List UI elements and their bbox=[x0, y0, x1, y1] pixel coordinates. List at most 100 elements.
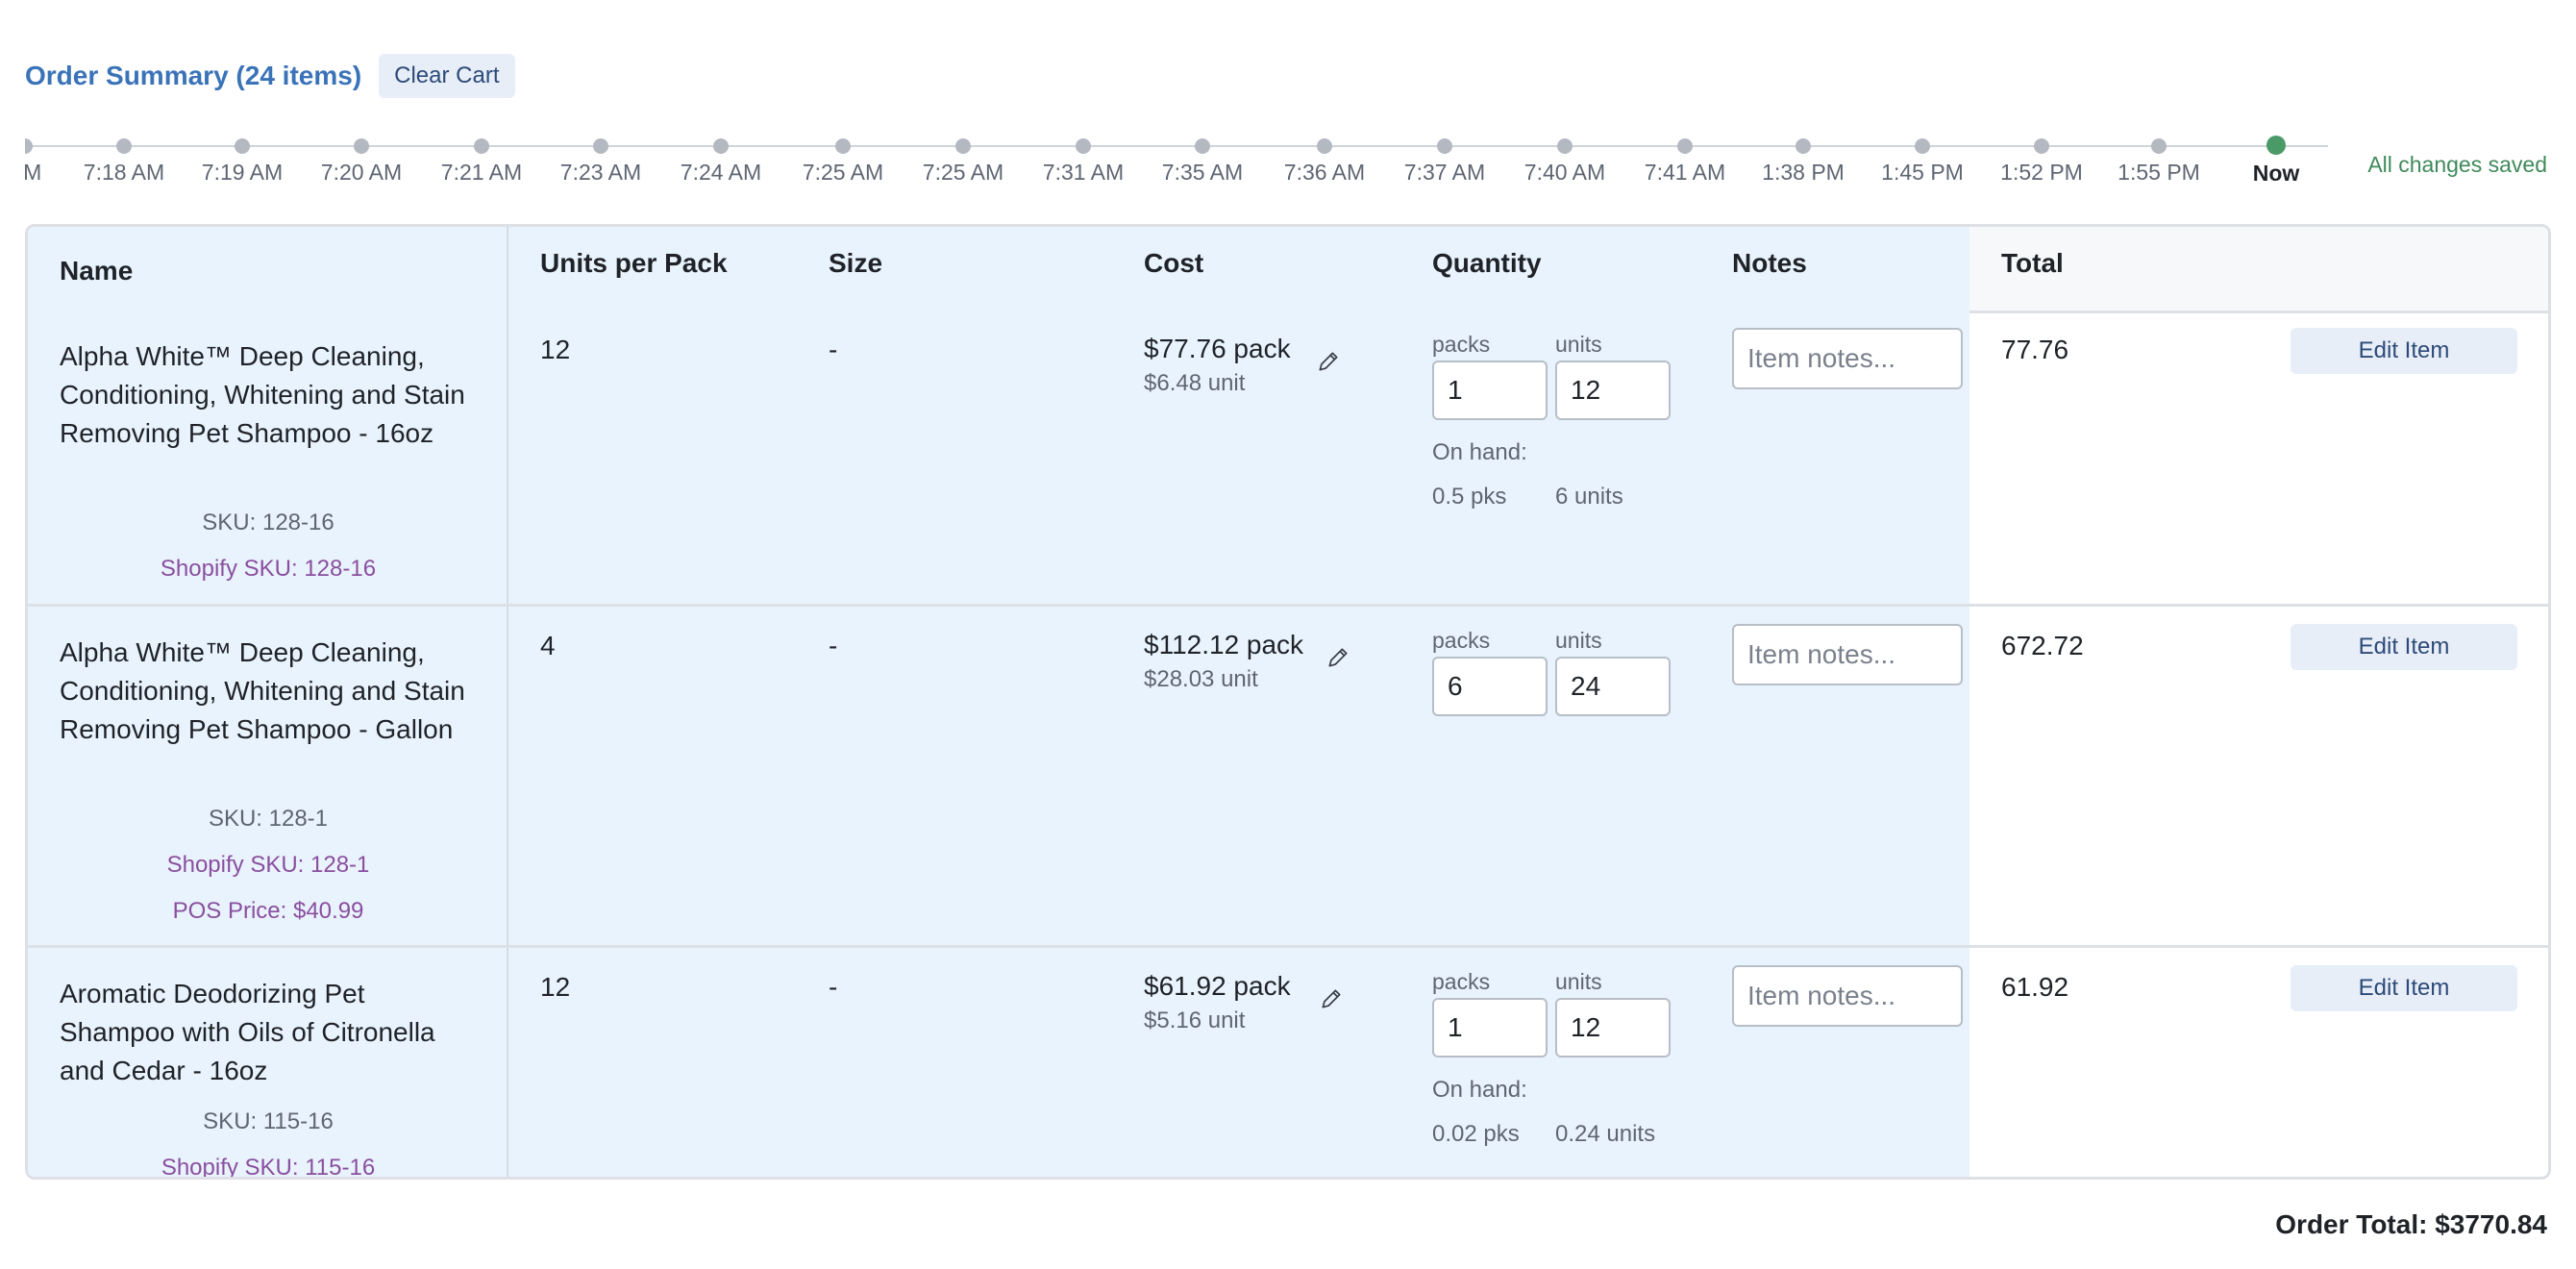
clear-cart-button[interactable]: Clear Cart bbox=[379, 54, 515, 98]
units-per-pack-cell: 12 bbox=[508, 311, 797, 604]
timeline-label: 7:19 AM bbox=[201, 160, 284, 185]
timeline-point[interactable]: 7:35 AM bbox=[1145, 125, 1260, 186]
header-cell-quantity: Quantity bbox=[1374, 227, 1676, 311]
timeline-point[interactable]: 7:25 AM bbox=[905, 125, 1021, 186]
timeline-point[interactable]: 7:41 AM bbox=[1627, 125, 1743, 186]
table-row: Alpha White™ Deep Cleaning, Conditioning… bbox=[28, 607, 2548, 948]
timeline-point[interactable]: 7:37 AM bbox=[1387, 125, 1502, 186]
cart-table: Name Units per Pack Size Cost Quantity N… bbox=[25, 224, 2551, 1180]
item-notes-input[interactable] bbox=[1732, 965, 1963, 1027]
timeline-label: 1:45 PM bbox=[1881, 160, 1964, 185]
timeline-point[interactable]: 1:38 PM bbox=[1746, 125, 1861, 186]
item-name: Alpha White™ Deep Cleaning, Conditioning… bbox=[60, 637, 465, 744]
timeline-dot bbox=[835, 138, 851, 154]
timeline-point[interactable]: 7:31 AM bbox=[1026, 125, 1141, 186]
timeline-dot bbox=[1915, 138, 1930, 154]
timeline-point[interactable]: 7:20 AM bbox=[304, 125, 419, 186]
timeline-label: 7:25 AM bbox=[922, 160, 1004, 185]
item-shopify-sku: Shopify SKU: 128-1 bbox=[166, 852, 370, 878]
packs-quantity-input[interactable] bbox=[1432, 998, 1548, 1058]
timeline-label: 7:35 AM bbox=[1161, 160, 1244, 185]
edit-cost-pencil-icon[interactable] bbox=[1325, 645, 1350, 670]
size-cell: - bbox=[797, 948, 1085, 1177]
edit-item-button[interactable]: Edit Item bbox=[2291, 328, 2517, 374]
edit-item-button[interactable]: Edit Item bbox=[2291, 624, 2517, 670]
timeline-dot bbox=[593, 138, 608, 154]
column-header-name: Name bbox=[60, 256, 134, 286]
timeline-label: 7:40 AM bbox=[1523, 160, 1606, 185]
units-label: units bbox=[1555, 628, 1602, 653]
item-notes-input[interactable] bbox=[1732, 328, 1963, 389]
packs-label: packs bbox=[1432, 332, 1491, 357]
line-total: 61.92 bbox=[2001, 972, 2069, 1002]
column-header-notes: Notes bbox=[1732, 248, 1807, 278]
item-notes-input[interactable] bbox=[1732, 624, 1963, 685]
header-cell-cost: Cost bbox=[1085, 227, 1374, 311]
timeline-point[interactable]: 7:25 AM bbox=[785, 125, 901, 186]
timeline-label: 1:55 PM bbox=[2118, 160, 2200, 185]
on-hand-packs: 0.02 pks bbox=[1432, 1121, 1520, 1147]
edit-cost-pencil-icon[interactable] bbox=[1319, 986, 1344, 1011]
timeline-label: Now bbox=[2252, 161, 2300, 186]
timeline-label: 7:18 AM bbox=[83, 160, 165, 185]
total-cell: 61.92 Edit Item bbox=[1969, 948, 2548, 1177]
timeline-label: 7:37 AM bbox=[1403, 160, 1486, 185]
units-per-pack-value: 4 bbox=[540, 631, 556, 660]
timeline-dot bbox=[474, 138, 489, 154]
timeline-label: 7:36 AM bbox=[1283, 160, 1366, 185]
timeline-label: 1:38 PM bbox=[1762, 160, 1845, 185]
timeline-point[interactable]: 7:21 AM bbox=[424, 125, 539, 186]
line-total: 77.76 bbox=[2001, 335, 2069, 364]
page-title: Order Summary (24 items) bbox=[25, 61, 362, 90]
on-hand-packs: 0.5 pks bbox=[1432, 484, 1507, 510]
on-hand-units: 0.24 units bbox=[1555, 1121, 1656, 1147]
units-per-pack-value: 12 bbox=[540, 972, 571, 1002]
edit-cost-pencil-icon[interactable] bbox=[1316, 349, 1341, 374]
item-name: Alpha White™ Deep Cleaning, Conditioning… bbox=[60, 341, 465, 448]
item-name-cell: Alpha White™ Deep Cleaning, Conditioning… bbox=[28, 607, 508, 945]
header-cell-size: Size bbox=[797, 227, 1085, 311]
units-quantity-input[interactable] bbox=[1555, 657, 1671, 716]
timeline-point[interactable]: 7:23 AM bbox=[543, 125, 658, 186]
column-header-quantity: Quantity bbox=[1432, 248, 1542, 278]
column-header-total: Total bbox=[2001, 248, 2064, 278]
timeline-label: 7:41 AM bbox=[1644, 160, 1726, 185]
packs-quantity-input[interactable] bbox=[1432, 361, 1548, 420]
column-header-units-per-pack: Units per Pack bbox=[540, 248, 728, 278]
units-quantity-input[interactable] bbox=[1555, 998, 1671, 1058]
size-cell: - bbox=[797, 311, 1085, 604]
timeline-point[interactable]: 7:36 AM bbox=[1267, 125, 1382, 186]
timeline-point-now[interactable]: Now bbox=[2218, 125, 2328, 187]
notes-cell bbox=[1676, 948, 1969, 1177]
item-shopify-sku: Shopify SKU: 128-16 bbox=[160, 556, 377, 582]
edit-item-button[interactable]: Edit Item bbox=[2291, 965, 2517, 1011]
timeline-point[interactable]: 1:52 PM bbox=[1984, 125, 2099, 186]
units-label: units bbox=[1555, 969, 1602, 994]
item-sku: SKU: 115-16 bbox=[203, 1108, 334, 1134]
timeline-dot bbox=[955, 138, 971, 154]
units-per-pack-cell: 4 bbox=[508, 607, 797, 945]
cost-per-pack: $77.76 pack bbox=[1144, 334, 1291, 363]
timeline-label: 7:24 AM bbox=[680, 160, 762, 185]
timeline-point[interactable]: 7:40 AM bbox=[1507, 125, 1622, 186]
timeline-point[interactable]: 1:45 PM bbox=[1865, 125, 1980, 186]
timeline-dot bbox=[1317, 138, 1332, 154]
packs-label: packs bbox=[1432, 628, 1491, 653]
timeline-dot bbox=[1557, 138, 1573, 154]
header-cell-total: Total bbox=[1969, 227, 2548, 311]
timeline-point[interactable]: 1:55 PM bbox=[2101, 125, 2217, 186]
packs-label: packs bbox=[1432, 969, 1491, 994]
timeline-point[interactable]: 7:19 AM bbox=[185, 125, 300, 186]
timeline-dot bbox=[116, 138, 132, 154]
units-quantity-input[interactable] bbox=[1555, 361, 1671, 420]
on-hand-label: On hand: bbox=[1432, 439, 1527, 465]
packs-quantity-input[interactable] bbox=[1432, 657, 1548, 716]
order-summary-header: Order Summary (24 items) Clear Cart bbox=[25, 54, 515, 98]
item-name-cell: Aromatic Deodorizing Pet Shampoo with Oi… bbox=[28, 948, 508, 1177]
quantity-cell: packs units On hand: 0.02 pks 0.24 units bbox=[1374, 948, 1676, 1177]
units-per-pack-value: 12 bbox=[540, 335, 571, 364]
timeline-point[interactable]: 7:18 AM bbox=[66, 125, 182, 186]
header-cell-notes: Notes bbox=[1676, 227, 1969, 311]
timeline-point[interactable]: 7:24 AM bbox=[663, 125, 779, 186]
units-label: units bbox=[1555, 332, 1602, 357]
